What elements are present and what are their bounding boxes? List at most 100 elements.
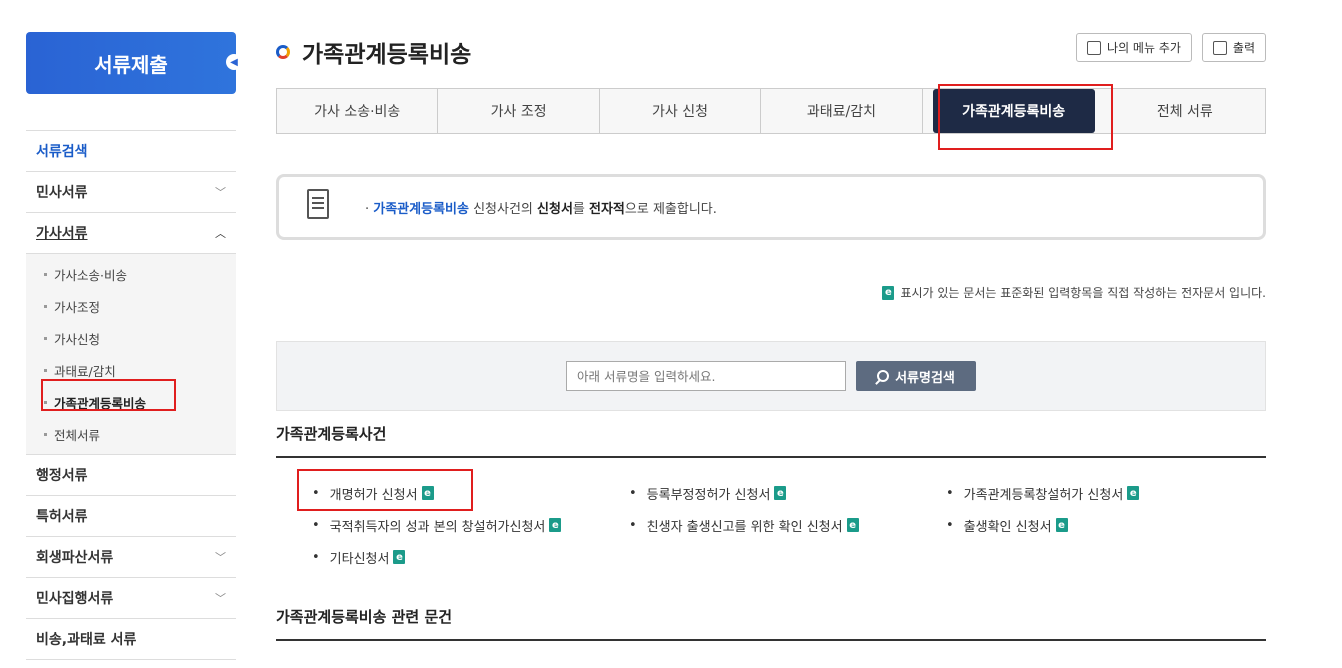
sidebar-item-label: 행정서류 — [36, 468, 88, 484]
print-icon — [1212, 40, 1227, 55]
e-document-legend: e 표시가 있는 문서는 표준화된 입력항목을 직접 작성하는 전자문서 입니다… — [882, 284, 1266, 301]
e-document-icon: e — [421, 486, 434, 500]
sidebar-subitem[interactable]: 과태료/감치 — [26, 354, 236, 386]
chevron-down-icon: ﹀ — [215, 186, 226, 199]
document-label: 등록부정정허가 신청서 — [646, 487, 771, 503]
sidebar-item-label: 가사서류 — [36, 226, 88, 242]
document-link[interactable]: • 개명허가 신청서 e — [312, 482, 629, 504]
sidebar: 서류제출 ◀ 서류검색 민사서류 ﹀ 가사서류 ︿ 가사소송·비송 가사조정 가… — [26, 32, 242, 660]
notice-bold: 신청서 — [537, 201, 573, 217]
document-label: 기타신청서 — [329, 551, 390, 567]
section-title: 가족관계등록비송 관련 문건 — [276, 606, 1266, 641]
notice-highlight: 가족관계등록비송 — [373, 201, 469, 217]
sidebar-menu: 서류검색 민사서류 ﹀ 가사서류 ︿ 가사소송·비송 가사조정 가사신청 과태료… — [26, 130, 236, 660]
sidebar-item-civil-execution[interactable]: 민사집행서류 ﹀ — [26, 578, 236, 619]
sidebar-item-label: 회생파산서류 — [36, 550, 114, 566]
notice-text: · 가족관계등록비송 신청사건의 신청서를 전자적으로 제출합니다. — [365, 201, 717, 217]
sidebar-subitem-label: 가사소송·비송 — [54, 267, 127, 283]
document-link[interactable]: • 기타신청서 e — [312, 546, 629, 568]
tab-all-documents[interactable]: 전체 서류 — [1105, 89, 1265, 133]
e-document-icon: e — [846, 518, 859, 532]
document-search-button[interactable]: 서류명검색 — [856, 361, 976, 391]
tab-fine-detention[interactable]: 과태료/감치 — [761, 89, 923, 133]
title-row: 가족관계등록비송 나의 메뉴 추가 출력 — [276, 32, 1266, 72]
e-document-icon: e — [549, 518, 562, 532]
e-document-icon: e — [1055, 518, 1068, 532]
notice-bold: 전자적 — [589, 201, 625, 217]
document-label: 국적취득자의 성과 본의 창설허가신청서 — [329, 519, 546, 535]
sidebar-subitem[interactable]: 가사조정 — [26, 290, 236, 322]
notice-text-part: 를 — [572, 201, 590, 217]
document-link[interactable]: • 국적취득자의 성과 본의 창설허가신청서 e — [312, 514, 629, 536]
tab-family-registration[interactable]: 가족관계등록비송 — [932, 89, 1095, 133]
sidebar-title: 서류제출 — [94, 52, 168, 77]
bullet-icon — [44, 336, 47, 340]
sidebar-subitem-label: 과태료/감치 — [54, 363, 116, 379]
print-button[interactable]: 출력 — [1201, 33, 1266, 62]
chevron-down-icon: ﹀ — [215, 551, 226, 564]
sidebar-subitem-selected[interactable]: 가족관계등록비송 — [26, 386, 236, 418]
top-buttons: 나의 메뉴 추가 출력 — [1076, 33, 1266, 62]
sidebar-item-civil[interactable]: 민사서류 ﹀ — [26, 172, 236, 213]
page-title: 가족관계등록비송 — [302, 42, 472, 68]
bullet-icon — [44, 272, 47, 276]
e-document-icon: e — [882, 285, 895, 300]
sidebar-subitem[interactable]: 가사신청 — [26, 322, 236, 354]
sidebar-subitem[interactable]: 전체서류 — [26, 418, 236, 450]
e-document-icon: e — [1127, 486, 1140, 500]
sidebar-subitem-label: 가사신청 — [54, 331, 101, 347]
tab-family-mediation[interactable]: 가사 조정 — [438, 89, 600, 133]
document-label: 가족관계등록창설허가 신청서 — [963, 487, 1124, 503]
notice-box: · 가족관계등록비송 신청사건의 신청서를 전자적으로 제출합니다. — [276, 174, 1266, 240]
document-search-input[interactable] — [566, 361, 846, 391]
sidebar-subitem[interactable]: 가사소송·비송 — [26, 258, 236, 290]
e-document-icon: e — [774, 486, 787, 500]
sidebar-item-nonlitigation[interactable]: 비송,과태료 서류 — [26, 619, 236, 660]
sidebar-item-label: 민사집행서류 — [36, 591, 114, 607]
document-link[interactable]: • 출생확인 신청서 e — [946, 514, 1262, 536]
document-link[interactable]: • 가족관계등록창설허가 신청서 e — [946, 482, 1262, 504]
sidebar-subitem-label: 가사조정 — [54, 299, 101, 315]
sidebar-subitem-label: 가족관계등록비송 — [54, 395, 147, 411]
sidebar-item-patent[interactable]: 특허서류 — [26, 496, 236, 537]
sidebar-item-label: 비송,과태료 서류 — [36, 632, 137, 648]
notice-text-part: 신청사건의 — [468, 201, 538, 217]
document-label: 친생자 출생신고를 위한 확인 신청서 — [646, 519, 843, 535]
section-title: 가족관계등록사건 — [276, 423, 1266, 458]
search-area: 서류명검색 — [276, 341, 1266, 411]
search-button-label: 서류명검색 — [895, 370, 955, 386]
sidebar-header: 서류제출 ◀ — [26, 32, 242, 94]
add-my-menu-label: 나의 메뉴 추가 — [1107, 41, 1181, 55]
document-link[interactable]: • 등록부정정허가 신청서 e — [629, 482, 946, 504]
document-icon — [297, 185, 345, 229]
sidebar-submenu: 가사소송·비송 가사조정 가사신청 과태료/감치 가족관계등록비송 전체서류 — [26, 254, 236, 455]
bullet-icon — [44, 400, 47, 404]
sidebar-item-document-search[interactable]: 서류검색 — [26, 131, 236, 172]
sidebar-item-admin[interactable]: 행정서류 — [26, 455, 236, 496]
tab-family-litigation[interactable]: 가사 소송·비송 — [277, 89, 439, 133]
collapse-sidebar-icon[interactable]: ◀ — [226, 54, 242, 70]
title-bullet-icon — [276, 45, 290, 59]
document-label: 출생확인 신청서 — [963, 519, 1052, 535]
sidebar-subitem-label: 전체서류 — [54, 427, 101, 443]
category-tabs: 가사 소송·비송 가사 조정 가사 신청 과태료/감치 가족관계등록비송 전체 … — [276, 88, 1266, 134]
sidebar-item-bankruptcy[interactable]: 회생파산서류 ﹀ — [26, 537, 236, 578]
bullet-icon — [44, 368, 47, 372]
add-my-menu-button[interactable]: 나의 메뉴 추가 — [1076, 33, 1192, 62]
print-label: 출력 — [1232, 41, 1255, 55]
notice-text-part: 으로 제출합니다. — [624, 201, 717, 217]
document-link[interactable]: • 친생자 출생신고를 위한 확인 신청서 e — [629, 514, 946, 536]
sidebar-item-label: 민사서류 — [36, 185, 88, 201]
sidebar-item-label: 서류검색 — [36, 144, 88, 160]
sidebar-item-family[interactable]: 가사서류 ︿ — [26, 213, 236, 254]
chevron-down-icon: ﹀ — [215, 592, 226, 605]
tab-family-application[interactable]: 가사 신청 — [600, 89, 762, 133]
e-document-icon: e — [393, 550, 406, 564]
edit-icon — [1087, 40, 1102, 55]
document-list: • 개명허가 신청서 e • 등록부정정허가 신청서 e • 가족관계등록창설허가 신청서… — [312, 482, 1262, 568]
document-label: 개명허가 신청서 — [329, 487, 418, 503]
bullet-icon — [44, 304, 47, 308]
legend-text: 표시가 있는 문서는 표준화된 입력항목을 직접 작성하는 전자문서 입니다. — [900, 286, 1266, 300]
search-icon — [877, 370, 890, 382]
chevron-up-icon: ︿ — [215, 227, 226, 240]
